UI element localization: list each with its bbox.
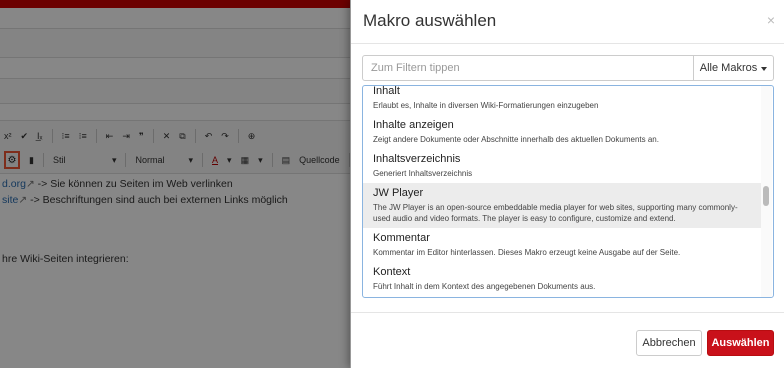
dialog-footer: Abbrechen Auswählen	[351, 312, 784, 368]
dialog-header: Makro auswählen ×	[351, 0, 784, 44]
close-icon[interactable]: ×	[767, 12, 775, 28]
macro-name: Inhaltsverzeichnis	[373, 153, 461, 165]
macro-description: Generiert Inhaltsverzeichnis	[373, 169, 473, 178]
macro-list-scrollbar[interactable]	[761, 86, 772, 297]
caret-down-icon	[761, 66, 768, 71]
macro-list-item[interactable]: JW Player The JW Player is an open-source…	[363, 183, 761, 228]
macro-category-dropdown[interactable]: Alle Makros	[694, 55, 774, 81]
macro-list-item[interactable]: Inhalte anzeigen Zeigt andere Dokumente o…	[363, 115, 761, 149]
macro-description: Erlaubt es, Inhalte in diversen Wiki-For…	[373, 101, 599, 110]
macro-description: Kommentar im Editor hinterlassen. Dieses…	[373, 248, 681, 257]
select-button[interactable]: Auswählen	[707, 330, 774, 356]
macro-name: Inhalt	[373, 85, 400, 97]
macro-description: Zeigt andere Dokumente oder Abschnitte i…	[373, 135, 659, 144]
macro-description: Führt Inhalt in dem Kontext des angegebe…	[373, 282, 596, 291]
macro-category-label: Alle Makros	[699, 62, 758, 74]
macro-name: Kommentar	[373, 232, 430, 244]
macro-list-item[interactable]: Inhaltsverzeichnis Generiert Inhaltsverze…	[363, 149, 761, 183]
macro-name: Inhalte anzeigen	[373, 119, 454, 131]
macro-list-item[interactable]: Kommentar Kommentar im Editor hinterlasse…	[363, 228, 761, 262]
macro-description: The JW Player is an open-source embeddab…	[373, 203, 738, 223]
scrollbar-thumb[interactable]	[763, 186, 769, 206]
macro-name: JW Player	[373, 187, 424, 199]
cancel-button[interactable]: Abbrechen	[636, 330, 702, 356]
filter-input[interactable]	[362, 55, 694, 81]
macro-list-item[interactable]: Kontext Führt Inhalt in dem Kontext des a…	[363, 262, 761, 296]
macro-dialog: Makro auswählen × Alle Makros Inhalt Erla…	[350, 0, 784, 368]
dialog-title: Makro auswählen	[363, 11, 497, 30]
macro-list-items: Inhalt Erlaubt es, Inhalte in diversen Wi…	[363, 85, 761, 296]
macro-list[interactable]: Inhalt Erlaubt es, Inhalte in diversen Wi…	[362, 85, 774, 298]
macro-name: Kontext	[373, 266, 411, 278]
macro-list-item[interactable]: Inhalt Erlaubt es, Inhalte in diversen Wi…	[363, 85, 761, 115]
filter-row: Alle Makros	[362, 55, 774, 81]
